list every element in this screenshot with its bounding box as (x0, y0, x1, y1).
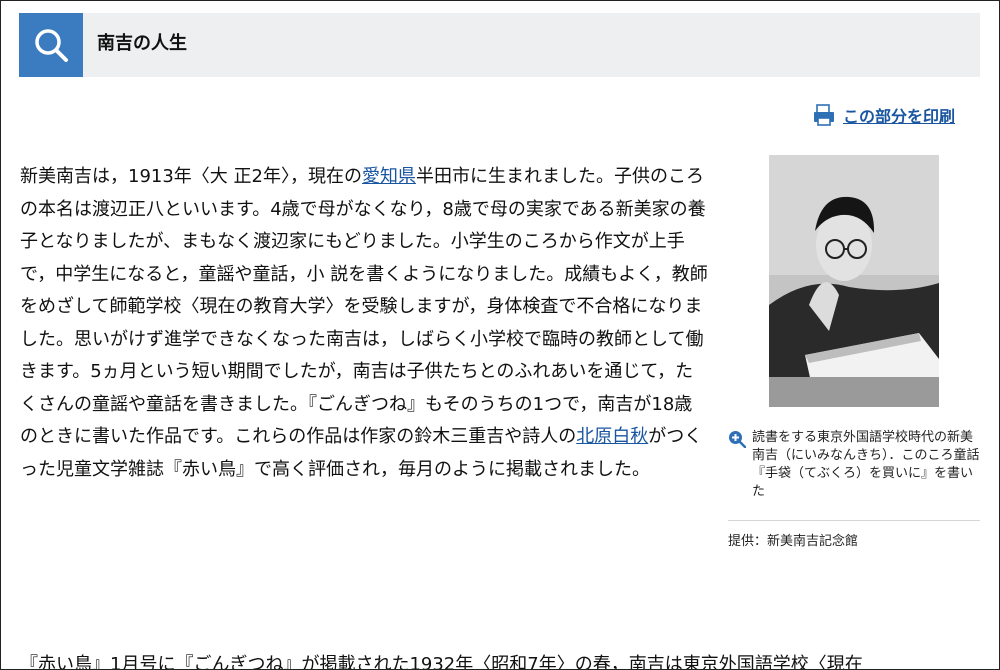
text-segment: 半田市に生まれました。子供のころの本名は渡辺正八といいます。4歳で母がなくなり，… (20, 166, 708, 447)
portrait-image (769, 155, 939, 407)
divider (728, 520, 980, 521)
page-frame: 南吉の人生 この部分を印刷 新美南吉は，1913年〈大 正2年〉，現在の愛知県半… (0, 0, 1000, 670)
search-button[interactable] (19, 13, 83, 77)
search-icon (35, 29, 68, 62)
aichi-prefecture-link[interactable]: 愛知県 (362, 166, 416, 187)
print-icon (814, 104, 834, 126)
paragraph: 新美南吉は，1913年〈大 正2年〉，現在の愛知県半田市に生まれました。子供のこ… (20, 161, 710, 486)
section-header: 南吉の人生 (19, 13, 980, 77)
print-section-link[interactable]: この部分を印刷 (813, 102, 955, 128)
photo-caption: 読書をする東京外国語学校時代の新美南吉（にいみなんきち）．このころ童話『手袋（て… (728, 429, 980, 501)
article-body: 新美南吉は，1913年〈大 正2年〉，現在の愛知県半田市に生まれました。子供のこ… (20, 161, 710, 486)
print-label: この部分を印刷 (843, 107, 956, 126)
paragraph-partial: 『赤い鳥』1月号に『ごんぎつね』が掲載された1932年〈昭和7年〉の春，南吉は東… (20, 654, 863, 670)
caption-text: 読書をする東京外国語学校時代の新美南吉（にいみなんきち）．このころ童話『手袋（て… (752, 430, 980, 499)
zoom-in-icon[interactable] (728, 430, 746, 448)
text-segment: 新美南吉は，1913年〈大 正2年〉，現在の (20, 166, 362, 187)
photo-credit: 提供：新美南吉記念館 (728, 534, 859, 549)
kitahara-hakushu-link[interactable]: 北原白秋 (576, 426, 648, 447)
page-title: 南吉の人生 (97, 33, 187, 54)
portrait-photo[interactable] (769, 155, 939, 407)
